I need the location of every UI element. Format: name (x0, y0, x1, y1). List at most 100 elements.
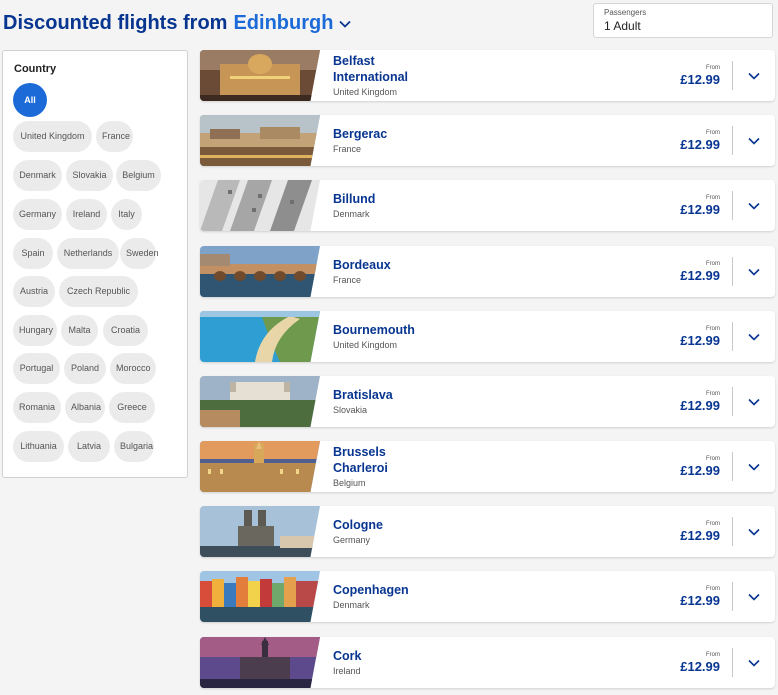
destination-photo (200, 246, 320, 297)
price-amount: £12.99 (680, 201, 720, 217)
destination-name: Bratislava (333, 388, 393, 402)
chevron-down-icon[interactable] (748, 528, 760, 536)
destination-card-billund[interactable]: Billund Denmark From £12.99 (200, 180, 775, 231)
country-chip-morocco[interactable]: Morocco (110, 353, 156, 384)
chevron-down-icon[interactable] (748, 593, 760, 601)
expand-button[interactable] (733, 115, 775, 166)
expand-button[interactable] (733, 571, 775, 622)
country-chip-ireland[interactable]: Ireland (66, 199, 107, 230)
destination-info: Copenhagen Denmark (333, 571, 633, 622)
price-amount: £12.99 (680, 332, 720, 348)
destination-name: Charleroi (333, 461, 388, 475)
country-chip-france[interactable]: France (96, 121, 133, 152)
country-chip-czech-republic[interactable]: Czech Republic (59, 276, 138, 307)
expand-button[interactable] (733, 311, 775, 362)
country-chip-united-kingdom[interactable]: United Kingdom (13, 121, 92, 152)
expand-button[interactable] (733, 376, 775, 427)
destination-card-brussels-charleroi[interactable]: Brussels Charleroi Belgium From £12.99 (200, 441, 775, 492)
price-block: From £12.99 (640, 246, 720, 297)
country-chip-austria[interactable]: Austria (13, 276, 55, 307)
price-block: From £12.99 (640, 637, 720, 688)
destination-info: Cork Ireland (333, 637, 633, 688)
passengers-label: Passengers (604, 8, 647, 17)
price-from-label: From (706, 390, 720, 397)
price-block: From £12.99 (640, 571, 720, 622)
destination-photo (200, 637, 320, 688)
destination-country: Denmark (333, 600, 370, 610)
country-chip-bulgaria[interactable]: Bulgaria (114, 431, 154, 462)
chevron-down-icon[interactable] (748, 268, 760, 276)
destination-name: Cork (333, 649, 362, 663)
country-chip-greece[interactable]: Greece (109, 392, 155, 423)
chevron-down-icon[interactable] (748, 202, 760, 210)
chevron-down-icon[interactable] (748, 72, 760, 80)
country-chip-poland[interactable]: Poland (64, 353, 106, 384)
destination-info: Bratislava Slovakia (333, 376, 633, 427)
destination-info: Brussels Charleroi Belgium (333, 441, 633, 492)
country-chip-lithuania[interactable]: Lithuania (13, 431, 64, 462)
chevron-down-icon[interactable] (748, 137, 760, 145)
price-block: From £12.99 (640, 50, 720, 101)
country-chip-croatia[interactable]: Croatia (103, 315, 148, 346)
destination-name: Billund (333, 192, 376, 206)
price-amount: £12.99 (680, 71, 720, 87)
country-chip-sweden[interactable]: Sweden (120, 238, 159, 269)
destination-card-bordeaux[interactable]: Bordeaux France From £12.99 (200, 246, 775, 297)
expand-button[interactable] (733, 180, 775, 231)
expand-button[interactable] (733, 441, 775, 492)
chevron-down-icon[interactable] (748, 463, 760, 471)
country-chip-hungary[interactable]: Hungary (13, 315, 57, 346)
destination-name: Belfast (333, 54, 375, 68)
destination-card-copenhagen[interactable]: Copenhagen Denmark From £12.99 (200, 571, 775, 622)
passengers-value: 1 Adult (604, 19, 641, 33)
price-from-label: From (706, 520, 720, 527)
country-chip-slovakia[interactable]: Slovakia (66, 160, 113, 191)
chevron-down-icon[interactable] (748, 398, 760, 406)
destination-card-belfast-international[interactable]: Belfast International United Kingdom From £1… (200, 50, 775, 101)
destination-country: United Kingdom (333, 87, 398, 97)
country-chip-malta[interactable]: Malta (61, 315, 98, 346)
destination-name: International (333, 70, 409, 84)
destination-country: Slovakia (333, 405, 368, 415)
destination-name: Bournemouth (333, 323, 415, 337)
country-chip-portugal[interactable]: Portugal (13, 353, 60, 384)
country-chip-italy[interactable]: Italy (111, 199, 142, 230)
expand-button[interactable] (733, 50, 775, 101)
price-amount: £12.99 (680, 397, 720, 413)
price-block: From £12.99 (640, 115, 720, 166)
destination-card-bergerac[interactable]: Bergerac France From £12.99 (200, 115, 775, 166)
destination-photo (200, 441, 320, 492)
destination-card-cologne[interactable]: Cologne Germany From £12.99 (200, 506, 775, 557)
destination-photo (200, 180, 320, 231)
country-chip-romania[interactable]: Romania (13, 392, 61, 423)
destination-card-cork[interactable]: Cork Ireland From £12.99 (200, 637, 775, 688)
country-chip-spain[interactable]: Spain (13, 238, 53, 269)
destination-card-bournemouth[interactable]: Bournemouth United Kingdom From £12.99 (200, 311, 775, 362)
country-chip-belgium[interactable]: Belgium (116, 160, 161, 191)
chevron-down-icon[interactable] (339, 20, 352, 28)
chevron-down-icon[interactable] (748, 333, 760, 341)
country-chip-denmark[interactable]: Denmark (13, 160, 62, 191)
expand-button[interactable] (733, 246, 775, 297)
passengers-field[interactable]: Passengers 1 Adult (593, 3, 773, 38)
price-from-label: From (706, 260, 720, 267)
destination-info: Bournemouth United Kingdom (333, 311, 633, 362)
chevron-down-icon[interactable] (748, 659, 760, 667)
destination-card-bratislava[interactable]: Bratislava Slovakia From £12.99 (200, 376, 775, 427)
country-chip-latvia[interactable]: Latvia (68, 431, 110, 462)
destination-country: France (333, 144, 362, 154)
price-from-label: From (706, 129, 720, 136)
origin-selector[interactable]: Edinburgh (233, 12, 333, 35)
destination-photo (200, 50, 320, 101)
expand-button[interactable] (733, 637, 775, 688)
country-chip-germany[interactable]: Germany (13, 199, 62, 230)
price-from-label: From (706, 455, 720, 462)
country-chip-netherlands[interactable]: Netherlands (57, 238, 119, 269)
country-chip-all[interactable]: All (13, 83, 47, 117)
price-block: From £12.99 (640, 311, 720, 362)
destination-info: Bordeaux France (333, 246, 633, 297)
destination-name: Copenhagen (333, 583, 409, 597)
expand-button[interactable] (733, 506, 775, 557)
country-chip-albania[interactable]: Albania (65, 392, 105, 423)
price-block: From £12.99 (640, 180, 720, 231)
